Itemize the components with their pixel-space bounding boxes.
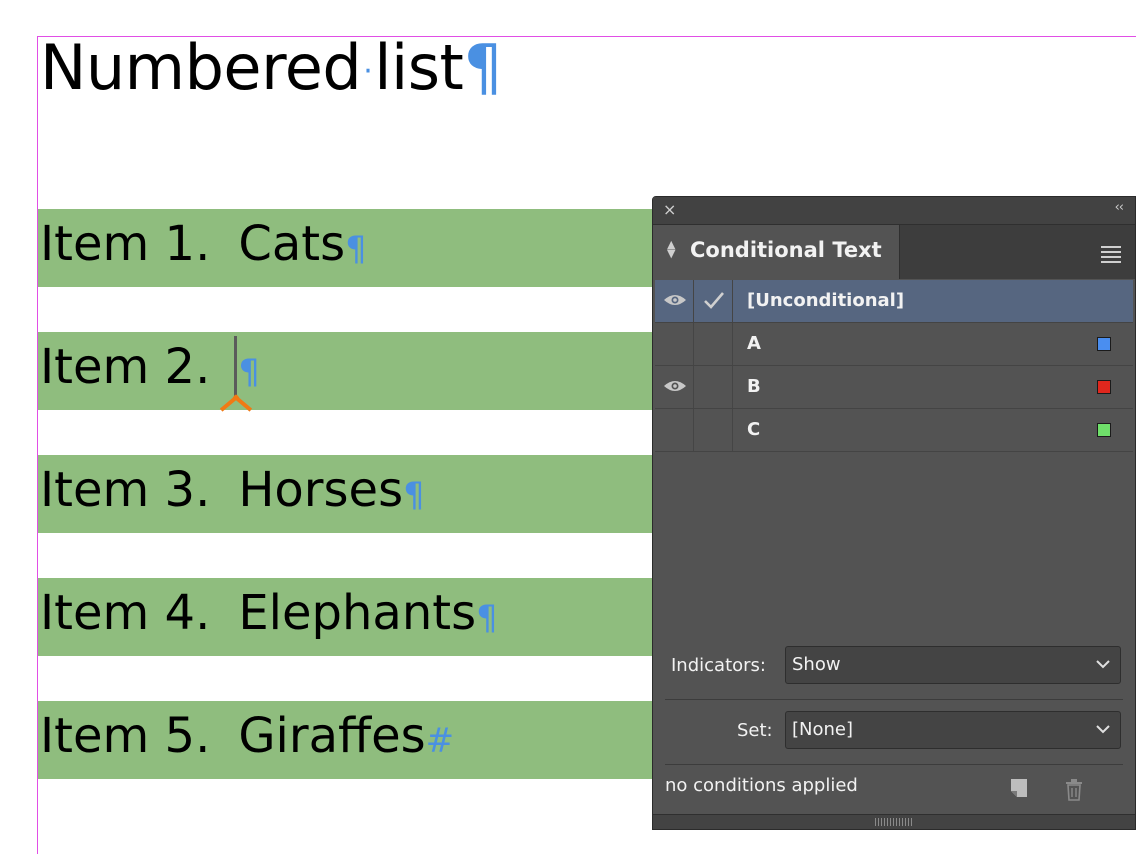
pilcrow-marker: ¶ [238,352,260,392]
color-swatch [1097,423,1111,437]
condition-list: [Unconditional] A B C [655,280,1133,452]
eye-icon [664,295,686,305]
apply-toggle[interactable] [694,366,733,408]
status-text: no conditions applied [665,775,858,796]
tab-title: Conditional Text [690,238,882,262]
set-label: Set: [737,720,773,741]
pilcrow-marker: ¶ [403,475,425,515]
set-row: Set: [None] [653,700,1135,764]
chevron-down-icon [1096,725,1110,734]
heading-word-1: Numbered [40,31,362,104]
new-condition-icon[interactable] [1009,777,1029,799]
visibility-toggle[interactable] [655,280,694,322]
item-number: Item 5. [40,708,211,764]
condition-row-unconditional[interactable]: [Unconditional] [655,280,1133,323]
item-text: Cats [238,216,346,272]
chevron-down-icon [1096,660,1110,669]
condition-name: B [747,376,761,397]
visibility-toggle[interactable] [655,366,694,408]
list-item[interactable]: Item 1. Cats¶ [40,214,367,279]
collapse-icon[interactable]: ‹‹ [1115,200,1124,215]
list-item[interactable]: Item 5. Giraffes# [40,706,454,771]
conditional-text-panel: × ‹‹ ▲ ▼ Conditional Text [Unconditional]… [652,196,1136,830]
panel-controls: Indicators: Show Set: [None] no conditio… [653,635,1135,811]
text-cursor [234,336,237,396]
apply-toggle[interactable] [694,280,733,322]
eye-icon [664,381,686,391]
item-number: Item 1. [40,216,211,272]
end-of-story-marker: # [425,721,455,761]
visibility-toggle[interactable] [655,409,694,451]
apply-toggle[interactable] [694,409,733,451]
item-text: Horses [238,462,404,518]
page-heading[interactable]: Numbered·list¶ [40,30,503,110]
checkmark-icon [704,292,724,309]
trash-icon[interactable] [1063,777,1085,801]
indicators-dropdown[interactable]: Show [785,646,1121,684]
space-marker: · [363,53,373,89]
condition-name: [Unconditional] [747,290,905,311]
status-row: no conditions applied [653,765,1135,811]
condition-row-a[interactable]: A [655,323,1133,366]
apply-toggle[interactable] [694,323,733,365]
indicators-label: Indicators: [671,655,766,676]
visibility-toggle[interactable] [655,323,694,365]
list-item[interactable]: Item 2. ¶ [40,337,260,402]
color-swatch [1097,380,1111,394]
list-item[interactable]: Item 3. Horses¶ [40,460,425,525]
color-swatch [1097,337,1111,351]
panel-tab-row: ▲ ▼ Conditional Text [653,225,1135,279]
close-icon[interactable]: × [663,200,676,219]
item-number: Item 4. [40,585,211,641]
list-item[interactable]: Item 4. Elephants¶ [40,583,498,648]
item-number: Item 3. [40,462,211,518]
tab-conditional-text[interactable]: ▲ ▼ Conditional Text [653,225,900,279]
item-text: Giraffes [238,708,426,764]
pilcrow-marker: ¶ [476,598,498,638]
pilcrow-marker: ¶ [345,229,367,269]
panel-title-bar[interactable]: × ‹‹ [653,197,1135,225]
indicators-row: Indicators: Show [653,635,1135,699]
set-dropdown[interactable]: [None] [785,711,1121,749]
condition-name: C [747,419,761,440]
panel-menu-icon[interactable] [1101,246,1121,266]
indicators-value: Show [792,654,841,675]
set-value: [None] [792,719,854,740]
item-number: Item 2. [40,339,211,395]
resize-bar[interactable] [653,814,1135,829]
pilcrow-marker: ¶ [463,31,503,104]
condition-row-c[interactable]: C [655,409,1133,452]
condition-row-b[interactable]: B [655,366,1133,409]
item-text: Elephants [238,585,477,641]
heading-word-2: list [374,31,464,104]
resize-grip-icon[interactable] [875,818,913,826]
expand-options-icon[interactable]: ▲ ▼ [667,239,675,259]
condition-name: A [747,333,761,354]
